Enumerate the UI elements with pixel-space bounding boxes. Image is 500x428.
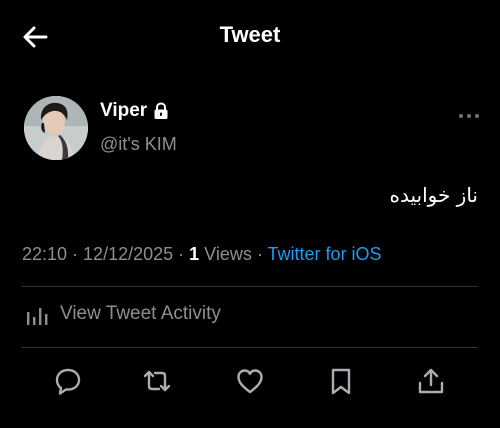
tweet-date: 12/12/2025 xyxy=(83,244,174,264)
tweet-source-link[interactable]: Twitter for iOS xyxy=(268,244,382,264)
divider xyxy=(22,347,478,348)
bar-chart-icon xyxy=(27,308,48,325)
retweet-icon[interactable] xyxy=(142,366,172,396)
author-display-name[interactable]: Viper xyxy=(100,100,147,122)
views-count: 1 xyxy=(189,244,200,264)
views-label: Views xyxy=(204,244,252,264)
meta-separator: · xyxy=(173,244,190,264)
tweet-meta: 22:10 · 12/12/2025 · 1 Views · Twitter f… xyxy=(22,244,382,265)
meta-separator: · xyxy=(67,244,84,264)
meta-separator: · xyxy=(251,244,268,264)
author-name-row[interactable]: Viper xyxy=(100,100,169,122)
page-title: Tweet xyxy=(219,22,281,47)
share-icon[interactable] xyxy=(416,366,446,396)
divider xyxy=(22,286,478,287)
lock-icon xyxy=(154,102,168,119)
top-bar: Tweet xyxy=(0,0,500,72)
avatar-photo xyxy=(24,96,88,160)
heart-icon[interactable] xyxy=(235,366,265,396)
tweet-text: ناز خوابیده xyxy=(389,183,478,207)
avatar[interactable] xyxy=(24,96,88,160)
tweet-time: 22:10 xyxy=(22,244,68,264)
view-tweet-activity-label: View Tweet Activity xyxy=(60,303,221,324)
bookmark-icon[interactable] xyxy=(326,366,356,396)
author-handle[interactable]: @it's KIM xyxy=(100,134,177,155)
more-horizontal-icon[interactable] xyxy=(458,108,480,124)
reply-icon[interactable] xyxy=(53,366,83,396)
tweet-actions-bar xyxy=(0,366,500,398)
view-tweet-activity-button[interactable]: View Tweet Activity xyxy=(26,302,221,326)
